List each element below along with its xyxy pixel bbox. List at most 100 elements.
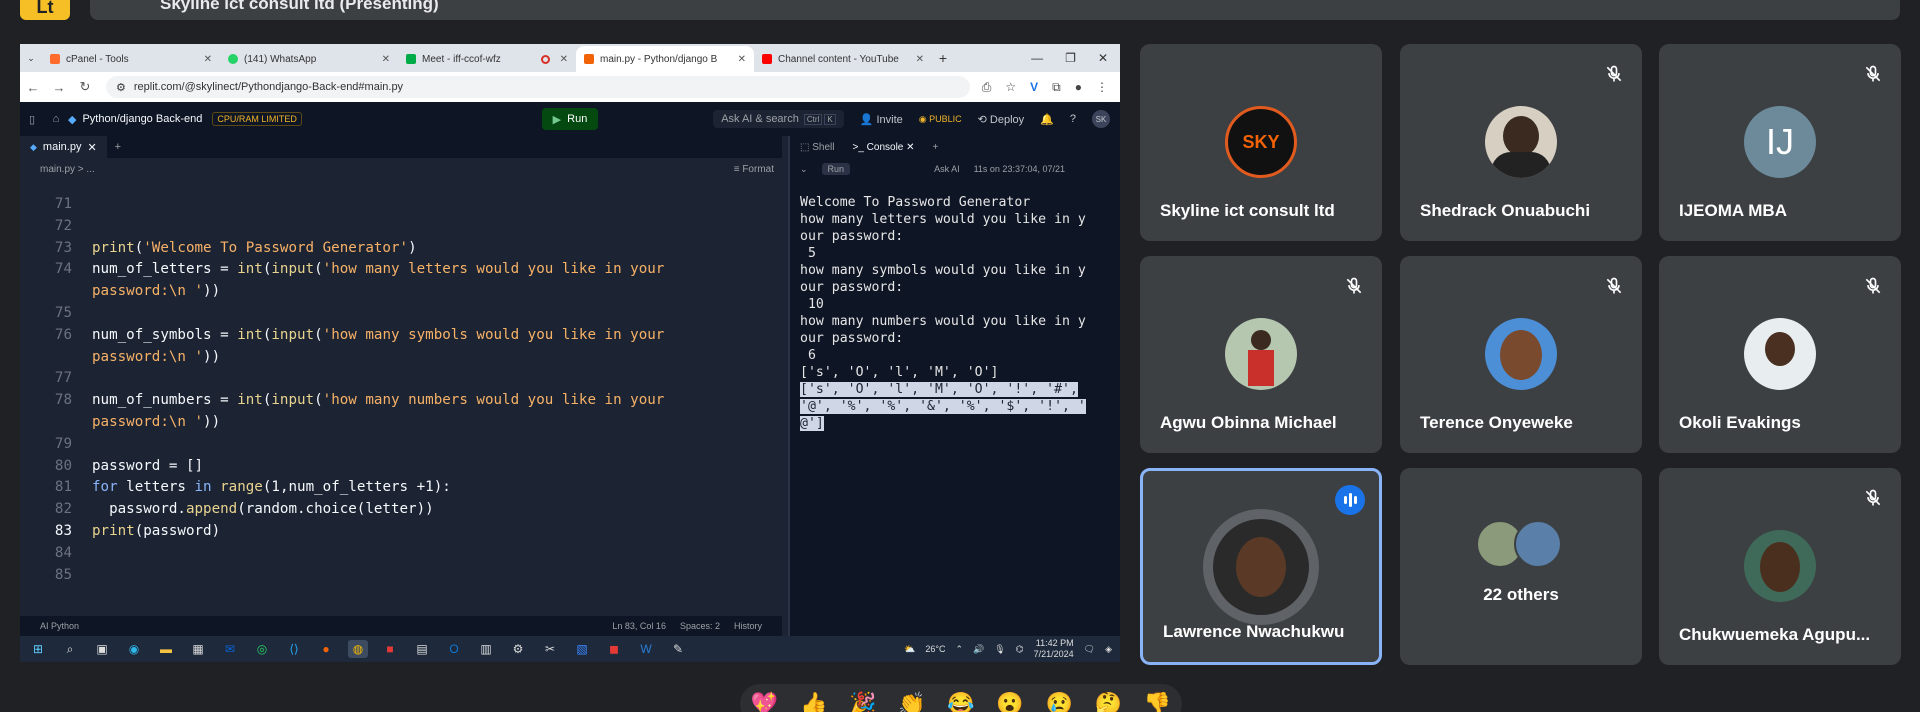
weather-temp[interactable]: 26°C: [925, 644, 945, 654]
editor-file-tab[interactable]: ◆ main.py ✕: [20, 136, 107, 158]
console-run-button[interactable]: Run: [821, 163, 851, 175]
tab-search-icon[interactable]: ⌄: [20, 53, 42, 64]
mic-icon[interactable]: 🎙: [994, 644, 1005, 655]
public-badge[interactable]: ◉ PUBLIC: [919, 114, 962, 125]
chrome-icon[interactable]: ◍: [348, 640, 368, 658]
user-avatar[interactable]: SK: [1092, 110, 1110, 128]
indent-setting[interactable]: Spaces: 2: [680, 621, 720, 631]
word-icon[interactable]: W: [636, 640, 656, 658]
app-icon[interactable]: ▤: [412, 640, 432, 658]
presenting-banner[interactable]: Skyline ict consult ltd (Presenting): [90, 0, 1900, 20]
format-button[interactable]: ≡ Format: [734, 164, 774, 175]
minimize-icon[interactable]: —: [1031, 51, 1043, 65]
run-button[interactable]: ▶ Run: [542, 108, 598, 130]
reaction-heart-icon[interactable]: 💖: [751, 691, 778, 712]
reaction-clap-icon[interactable]: 👏: [898, 691, 925, 712]
participant-tile[interactable]: SKY Skyline ict consult ltd: [1140, 44, 1382, 241]
clock[interactable]: 11:42 PM 7/21/2024: [1034, 638, 1074, 660]
copilot-icon[interactable]: ◈: [1105, 644, 1112, 655]
back-icon[interactable]: ←: [20, 80, 46, 95]
menu-icon[interactable]: ⋮: [1096, 80, 1108, 95]
console-pane[interactable]: ⬚ Shell >_ Console ✕ + ⌄ Run Ask AI 11s …: [788, 136, 1120, 636]
file-explorer-icon[interactable]: ▬: [156, 640, 176, 658]
sidebar-toggle-icon[interactable]: ▯: [20, 113, 44, 126]
browser-tab[interactable]: Channel content - YouTube ✕: [754, 46, 932, 72]
code-lines[interactable]: 71 72 73 print('Welcome To Password Gener…: [20, 194, 782, 586]
console-ask-ai-button[interactable]: Ask AI: [934, 164, 960, 174]
cpu-limit-badge[interactable]: CPU/RAM LIMITED: [212, 112, 302, 126]
close-icon[interactable]: ✕: [204, 54, 212, 65]
close-icon[interactable]: ✕: [916, 54, 924, 65]
site-info-icon[interactable]: ⚙: [116, 81, 126, 94]
settings-icon[interactable]: ⚙: [508, 640, 528, 658]
browser-tab[interactable]: (141) WhatsApp ✕: [220, 46, 398, 72]
notifications-icon[interactable]: 🔔: [1040, 113, 1054, 126]
close-icon[interactable]: ✕: [560, 54, 568, 65]
restore-icon[interactable]: ❐: [1065, 51, 1076, 65]
reaction-laugh-icon[interactable]: 😂: [947, 691, 974, 712]
browser-tab[interactable]: cPanel - Tools ✕: [42, 46, 220, 72]
reaction-sad-icon[interactable]: 😢: [1046, 691, 1073, 712]
reaction-thinking-icon[interactable]: 🤔: [1095, 691, 1122, 712]
extension-v-icon[interactable]: V: [1030, 80, 1038, 95]
code-editor[interactable]: ◆ main.py ✕ + main.py > ... ≡ Format 71 …: [20, 136, 782, 636]
reaction-surprised-icon[interactable]: 😮: [996, 691, 1023, 712]
browser-tab[interactable]: Meet - iff-ccof-wfz ✕: [398, 46, 576, 72]
shell-tab[interactable]: ⬚ Shell: [800, 142, 834, 153]
deploy-button[interactable]: ⟲ Deploy: [978, 113, 1025, 126]
reaction-thumbs-up-icon[interactable]: 👍: [800, 691, 827, 712]
reaction-thumbs-down-icon[interactable]: 👎: [1144, 691, 1171, 712]
profile-icon[interactable]: ●: [1075, 80, 1082, 95]
url-input[interactable]: ⚙ replit.com/@skylinect/Pythondjango-Bac…: [106, 76, 970, 98]
outlook-icon[interactable]: O: [444, 640, 464, 658]
notification-icon[interactable]: 🗨: [1084, 644, 1095, 655]
volume-icon[interactable]: 🔊: [973, 644, 984, 655]
invite-button[interactable]: 👤 Invite: [860, 113, 903, 126]
edge-icon[interactable]: ◉: [124, 640, 144, 658]
add-pane-icon[interactable]: +: [933, 142, 939, 153]
app-orange-icon[interactable]: ●: [316, 640, 336, 658]
app-red-icon[interactable]: ◼: [604, 640, 624, 658]
tray-chevron-icon[interactable]: ⌃: [956, 644, 964, 655]
close-window-icon[interactable]: ✕: [1098, 51, 1108, 65]
participant-tile[interactable]: Shedrack Onuabuchi: [1400, 44, 1642, 241]
recorder-icon[interactable]: ■: [380, 640, 400, 658]
network-icon[interactable]: ⌬: [1016, 644, 1024, 655]
chevron-down-icon[interactable]: ⌄: [800, 164, 808, 175]
store-icon[interactable]: ▦: [188, 640, 208, 658]
install-icon[interactable]: ⎙: [982, 80, 992, 95]
app-blue-icon[interactable]: ▧: [572, 640, 592, 658]
bookmark-star-icon[interactable]: ☆: [1005, 80, 1016, 95]
extensions-icon[interactable]: ⧉: [1052, 80, 1061, 95]
participant-tile[interactable]: Terence Onyeweke: [1400, 256, 1642, 453]
weather-icon[interactable]: ⛅: [904, 644, 915, 655]
forward-icon[interactable]: →: [46, 80, 72, 95]
windows-start-icon[interactable]: ⊞: [28, 640, 48, 658]
reload-icon[interactable]: ↻: [72, 79, 98, 95]
participant-tile[interactable]: Okoli Evakings: [1659, 256, 1901, 453]
browser-tab-active[interactable]: main.py - Python/django B ✕: [576, 46, 754, 72]
task-view-icon[interactable]: ▣: [92, 640, 112, 658]
others-tile[interactable]: 22 others: [1400, 468, 1642, 665]
add-tab-icon[interactable]: +: [115, 141, 121, 153]
participant-tile[interactable]: Agwu Obinna Michael: [1140, 256, 1382, 453]
close-icon[interactable]: ✕: [382, 54, 390, 65]
participant-tile[interactable]: IJ IJEOMA MBA: [1659, 44, 1901, 241]
snip-icon[interactable]: ✂: [540, 640, 560, 658]
close-icon[interactable]: ✕: [738, 54, 746, 65]
close-icon[interactable]: ✕: [87, 141, 96, 154]
notes-icon[interactable]: ▥: [476, 640, 496, 658]
home-icon[interactable]: ⌂: [44, 113, 68, 125]
search-icon[interactable]: ⌕: [60, 640, 80, 658]
console-tab[interactable]: >_ Console ✕: [852, 142, 914, 153]
whatsapp-taskbar-icon[interactable]: ◎: [252, 640, 272, 658]
reaction-party-icon[interactable]: 🎉: [849, 691, 876, 712]
new-tab-button[interactable]: +: [932, 50, 954, 66]
repl-name[interactable]: Python/django Back-end: [82, 113, 202, 125]
search-input[interactable]: Ask AI & search Ctrl K: [713, 110, 844, 128]
history-button[interactable]: History: [734, 621, 762, 631]
app-pen-icon[interactable]: ✎: [668, 640, 688, 658]
mail-icon[interactable]: ✉: [220, 640, 240, 658]
language-indicator[interactable]: AI Python: [40, 621, 79, 631]
participant-tile[interactable]: Chukwuemeka Agupu...: [1659, 468, 1901, 665]
